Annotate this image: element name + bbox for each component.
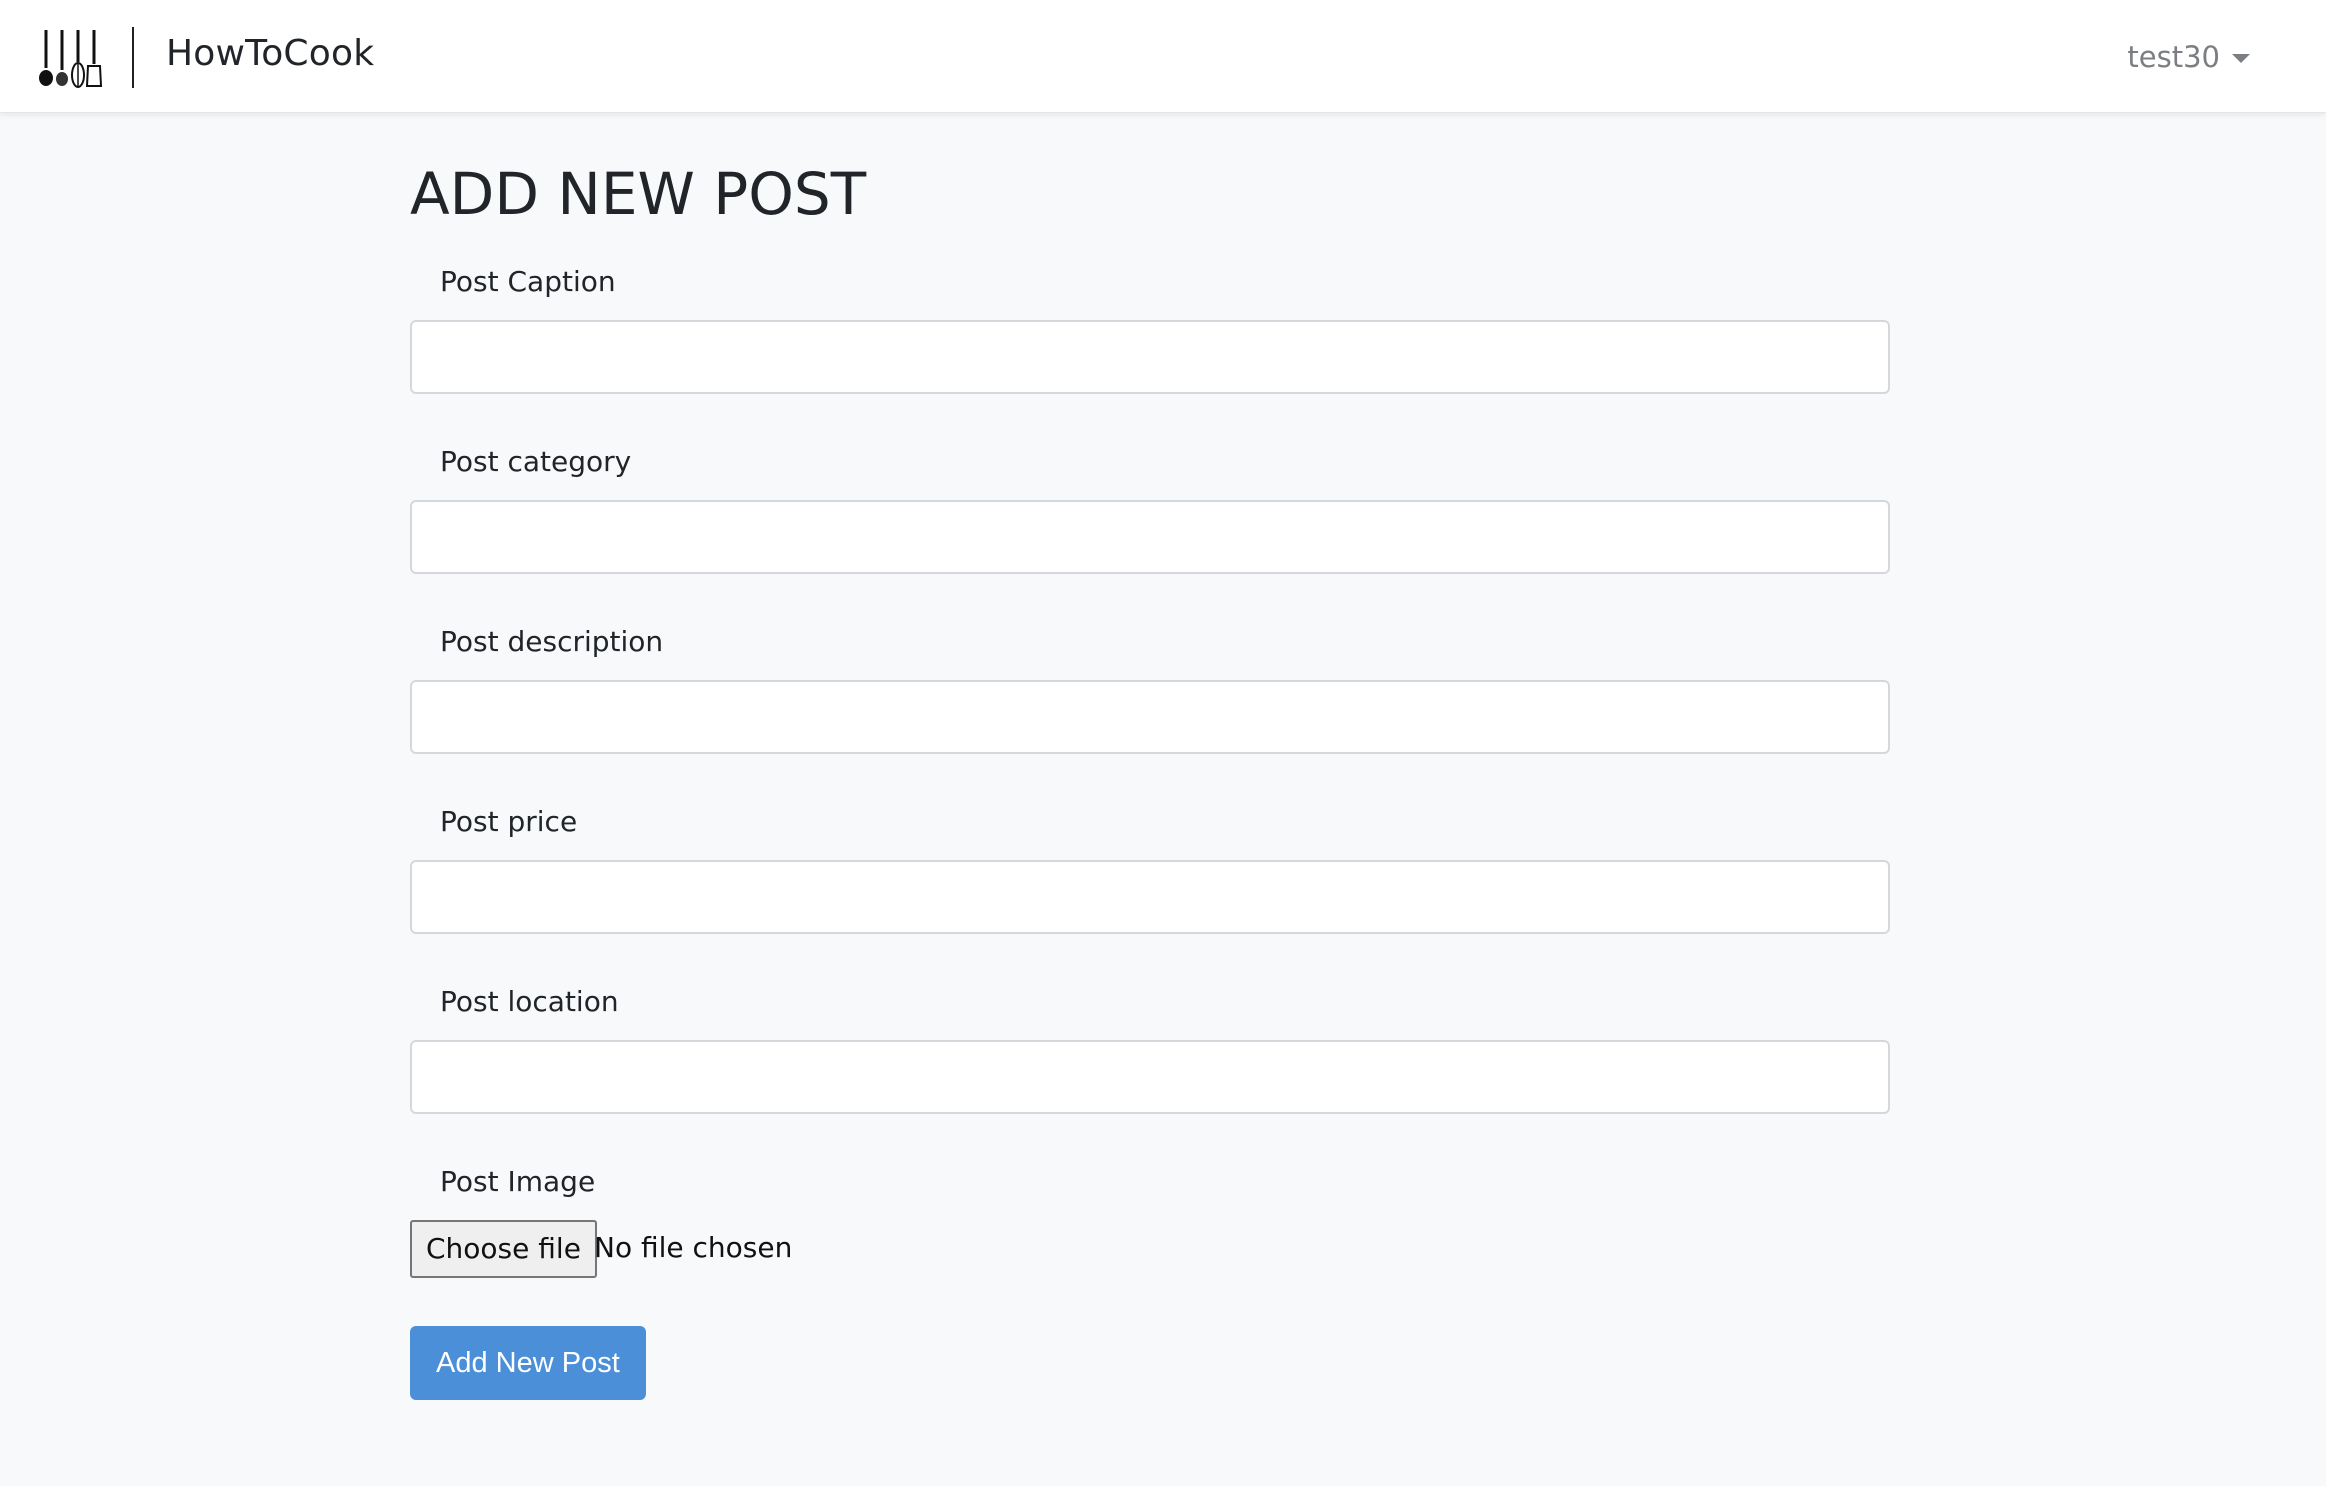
add-new-post-button[interactable]: Add New Post (410, 1326, 646, 1400)
post-category-label: Post category (440, 445, 632, 478)
post-caption-input[interactable] (410, 320, 1890, 394)
file-status-text: No file chosen (594, 1231, 793, 1264)
post-category-input[interactable] (410, 500, 1890, 574)
chevron-down-icon[interactable] (2232, 53, 2250, 63)
brand-divider (132, 27, 134, 88)
post-location-label: Post location (440, 985, 619, 1018)
post-price-input[interactable] (410, 860, 1890, 934)
user-name[interactable]: test30 (2127, 40, 2220, 74)
post-price-label: Post price (440, 805, 578, 838)
top-navbar: HowToCook test30 (0, 0, 2326, 113)
kitchen-utensils-icon[interactable] (38, 28, 102, 88)
post-image-label: Post Image (440, 1165, 596, 1198)
user-menu-dropdown[interactable]: test30 (2127, 32, 2250, 82)
post-caption-label: Post Caption (440, 265, 616, 298)
post-description-input[interactable] (410, 680, 1890, 754)
post-location-input[interactable] (410, 1040, 1890, 1114)
choose-file-button[interactable]: Choose file (410, 1220, 597, 1278)
page-title: ADD NEW POST (410, 160, 867, 228)
post-description-label: Post description (440, 625, 664, 658)
brand-name[interactable]: HowToCook (166, 28, 374, 80)
